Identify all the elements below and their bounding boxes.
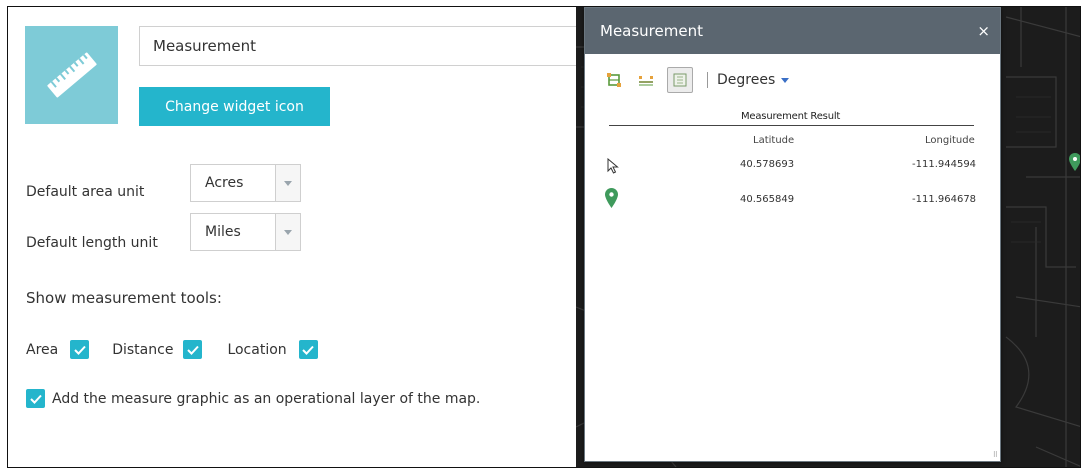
- app-frame: Change widget icon Default area unit Acr…: [7, 6, 1081, 468]
- widget-icon-tile[interactable]: [25, 26, 118, 124]
- area-checkbox[interactable]: [70, 340, 90, 359]
- checkmark-icon: [74, 345, 86, 355]
- caret-down-icon: [781, 77, 790, 83]
- location-tool-icon[interactable]: [667, 67, 693, 93]
- tool-area-label: Area: [26, 341, 59, 358]
- measurement-result-title: Measurement Result: [741, 111, 841, 122]
- coordinate-unit-dropdown[interactable]: Degrees: [717, 72, 790, 88]
- table-cell-longitude: -111.944594: [912, 159, 977, 170]
- checkmark-icon: [187, 345, 199, 355]
- tool-location-label: Location: [227, 341, 287, 358]
- change-widget-icon-button[interactable]: Change widget icon: [139, 87, 330, 126]
- resize-handle-icon[interactable]: ⠿: [993, 451, 998, 459]
- toolbar-divider: [707, 72, 708, 88]
- area-unit-select[interactable]: Acres: [190, 164, 301, 202]
- measurement-tools-checkboxes: Area Distance Location: [26, 340, 318, 359]
- measurement-panel: Measurement × Degrees Measurement Result…: [584, 7, 1001, 462]
- map-pin-icon[interactable]: [1069, 153, 1081, 173]
- checkmark-icon: [302, 345, 314, 355]
- area-unit-row: Default area unit: [26, 173, 144, 211]
- area-unit-label: Default area unit: [26, 184, 145, 200]
- dropdown-arrow-icon[interactable]: [276, 165, 300, 201]
- length-unit-label: Default length unit: [26, 235, 158, 251]
- tool-distance-label: Distance: [112, 341, 174, 358]
- longitude-column-header: Longitude: [925, 135, 975, 146]
- table-cell-latitude: 40.565849: [740, 194, 795, 205]
- length-unit-value: Miles: [191, 214, 276, 250]
- panel-header[interactable]: Measurement ×: [585, 8, 1000, 54]
- table-cell-latitude: 40.578693: [740, 159, 795, 170]
- widget-config-panel: Change widget icon Default area unit Acr…: [8, 7, 599, 467]
- measurement-tools-heading: Show measurement tools:: [26, 289, 222, 307]
- distance-checkbox[interactable]: [183, 340, 203, 359]
- length-unit-select[interactable]: Miles: [190, 213, 301, 251]
- table-cell-longitude: -111.964678: [912, 194, 977, 205]
- map-pin-icon[interactable]: [605, 188, 618, 210]
- distance-tool-icon[interactable]: [635, 69, 657, 91]
- ruler-icon: [46, 52, 97, 98]
- area-unit-value: Acres: [191, 165, 276, 201]
- close-icon[interactable]: ×: [977, 22, 990, 40]
- area-tool-icon[interactable]: [603, 69, 625, 91]
- length-unit-row: Default length unit: [26, 224, 158, 262]
- location-checkbox[interactable]: [298, 340, 318, 359]
- coordinate-unit-value: Degrees: [717, 72, 776, 88]
- operational-layer-checkbox[interactable]: [26, 389, 45, 408]
- checkmark-icon: [29, 394, 42, 404]
- operational-layer-option: Add the measure graphic as an operationa…: [26, 389, 480, 408]
- measurement-toolbar: Degrees: [603, 67, 790, 93]
- cursor-icon: [607, 158, 619, 174]
- latitude-column-header: Latitude: [753, 135, 795, 146]
- widget-name-input[interactable]: [139, 26, 599, 66]
- result-divider: [609, 125, 974, 126]
- panel-title: Measurement: [600, 22, 703, 40]
- operational-layer-label: Add the measure graphic as an operationa…: [52, 390, 481, 407]
- dropdown-arrow-icon[interactable]: [276, 214, 300, 250]
